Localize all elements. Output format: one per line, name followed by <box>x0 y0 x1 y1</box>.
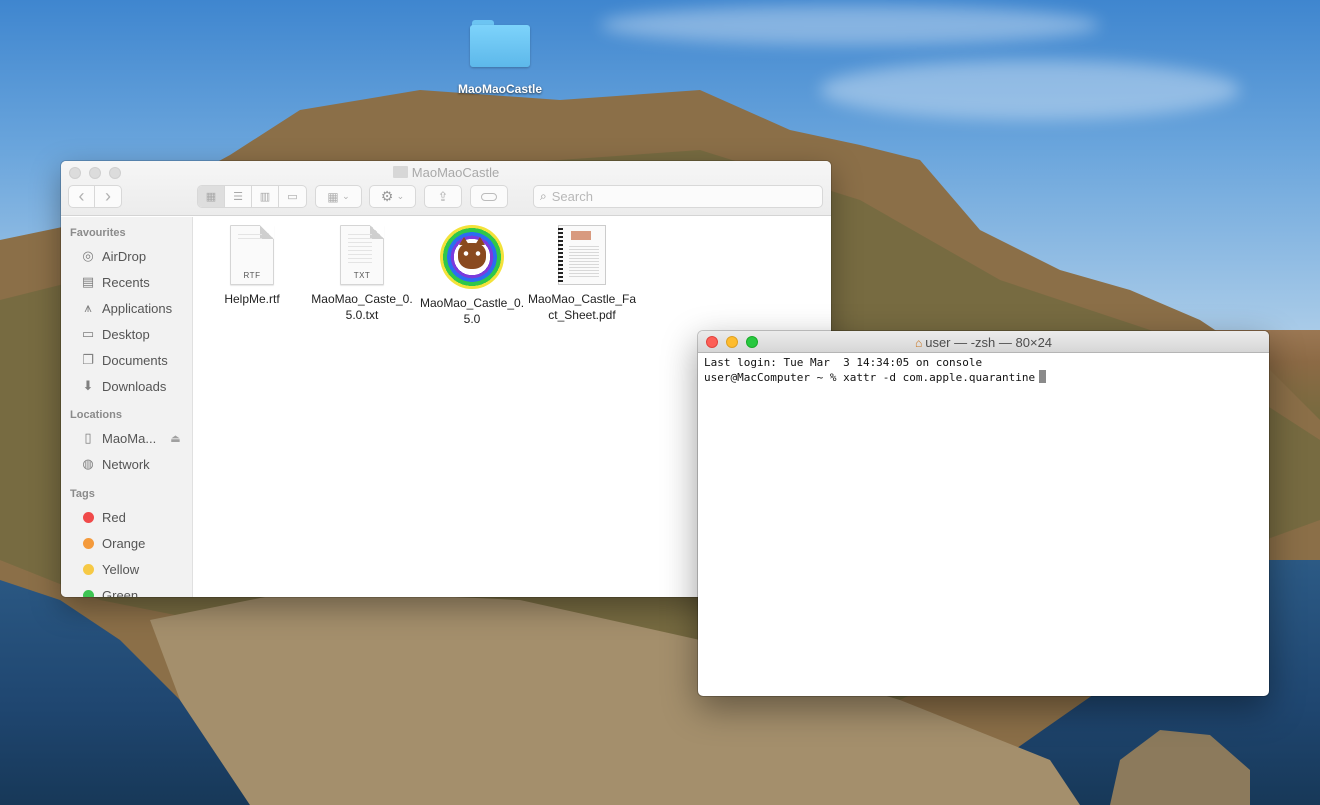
window-title: ⌂ user — -zsh — 80×24 <box>698 335 1269 350</box>
sidebar-tag-orange[interactable]: Orange <box>61 530 192 556</box>
tag-dot-green-icon <box>82 589 94 597</box>
terminal-line: Last login: Tue Mar 3 14:34:05 on consol… <box>704 356 983 369</box>
window-title: MaoMaoCastle <box>61 165 831 180</box>
terminal-command: user@MacComputer ~ % xattr -d com.apple.… <box>704 371 1036 384</box>
finder-titlebar[interactable]: MaoMaoCastle ‹ › ▦ ☰ ▥ ▭ ▦ ⌄ ⚙ ⌄ ⇪ ⌕ <box>61 161 831 216</box>
tag-dot-red-icon <box>82 511 94 523</box>
sidebar-item-label: Downloads <box>102 378 167 394</box>
file-ext-label: RTF <box>243 271 261 280</box>
nav-buttons: ‹ › <box>68 185 122 208</box>
file-ext-label: TXT <box>353 271 371 280</box>
sidebar-item-desktop[interactable]: ▭ Desktop <box>61 321 192 347</box>
share-button[interactable]: ⇪ <box>424 185 462 208</box>
view-mode-control: ▦ ☰ ▥ ▭ <box>197 185 307 208</box>
sidebar-tag-yellow[interactable]: Yellow <box>61 556 192 582</box>
tag-dot-yellow-icon <box>82 563 94 575</box>
forward-button[interactable]: › <box>95 186 121 207</box>
sidebar-item-label: Documents <box>102 352 168 368</box>
sidebar-item-label: Network <box>102 456 150 472</box>
terminal-output[interactable]: Last login: Tue Mar 3 14:34:05 on consol… <box>698 353 1269 388</box>
search-field[interactable]: ⌕ <box>533 185 823 208</box>
sidebar-item-network[interactable]: ◍ Network <box>61 451 192 477</box>
file-name: MaoMao_Castle_0.5.0 <box>419 296 525 326</box>
search-input[interactable] <box>551 189 802 204</box>
sidebar-item-label: Desktop <box>102 326 150 342</box>
rtf-document-icon: RTF <box>230 225 274 285</box>
tag-dot-orange-icon <box>82 537 94 549</box>
home-icon: ⌂ <box>914 336 923 350</box>
terminal-titlebar[interactable]: ⌂ user — -zsh — 80×24 <box>698 331 1269 353</box>
desktop-folder-label: MaoMaoCastle <box>457 82 543 96</box>
sidebar-section-locations: Locations <box>70 409 122 421</box>
airdrop-icon: ◎ <box>82 248 94 263</box>
terminal-window: ⌂ user — -zsh — 80×24 Last login: Tue Mar… <box>698 331 1269 696</box>
sidebar-item-label: AirDrop <box>102 248 147 264</box>
folder-icon <box>392 166 408 178</box>
window-title-text: user — -zsh — 80×24 <box>925 335 1053 350</box>
action-button[interactable]: ⚙ ⌄ <box>369 185 416 208</box>
file-item-app[interactable]: MaoMao_Castle_0.5.0 <box>417 225 527 327</box>
sidebar-item-label: Yellow <box>102 561 140 577</box>
downloads-icon: ⬇ <box>82 378 94 393</box>
desktop-folder-maomaocastle[interactable]: MaoMaoCastle <box>450 18 550 96</box>
gear-icon: ⚙ <box>380 188 394 204</box>
sidebar-tag-green[interactable]: Green <box>61 582 192 597</box>
sidebar-item-label: Applications <box>102 300 173 316</box>
sidebar-item-label: Green <box>102 587 139 598</box>
folder-icon <box>470 18 530 68</box>
tags-button[interactable] <box>470 185 508 208</box>
window-title-text: MaoMaoCastle <box>411 165 500 180</box>
txt-document-icon: TXT <box>340 225 384 285</box>
chevron-down-icon: ⌄ <box>342 191 350 201</box>
recents-icon: ▤ <box>81 274 95 289</box>
file-name: MaoMao_Caste_0.5.0.txt <box>311 292 413 322</box>
search-icon: ⌕ <box>540 189 547 203</box>
group-by-button[interactable]: ▦ ⌄ <box>315 185 362 208</box>
sidebar-item-applications[interactable]: ⩚ Applications <box>61 295 192 321</box>
file-name: MaoMao_Castle_Fact_Sheet.pdf <box>527 292 637 322</box>
column-view-button[interactable]: ▥ <box>252 186 279 207</box>
sidebar: Favourites ◎ AirDrop ▤ Recents ⩚ Applica… <box>61 217 193 597</box>
file-item-pdf[interactable]: MaoMao_Castle_Fact_Sheet.pdf <box>527 225 637 323</box>
sidebar-item-maomaocastle-volume[interactable]: ▯ MaoMa... ⏏ <box>61 425 192 451</box>
applications-icon: ⩚ <box>84 300 92 315</box>
group-icon: ▦ <box>327 189 339 204</box>
sidebar-item-recents[interactable]: ▤ Recents <box>61 269 192 295</box>
sidebar-section-tags: Tags <box>70 488 95 500</box>
disk-icon: ▯ <box>84 430 92 445</box>
chevron-down-icon: ⌄ <box>396 191 405 201</box>
sidebar-item-documents[interactable]: ❐ Documents <box>61 347 192 373</box>
file-item-txt[interactable]: TXT MaoMao_Caste_0.5.0.txt <box>307 225 417 323</box>
sidebar-item-label: Red <box>102 509 126 525</box>
desktop-icon: ▭ <box>81 326 95 341</box>
sidebar-item-label: Orange <box>102 535 146 551</box>
sidebar-item-downloads[interactable]: ⬇ Downloads <box>61 373 192 399</box>
file-item-helpme-rtf[interactable]: RTF HelpMe.rtf <box>197 225 307 307</box>
pdf-document-icon <box>558 225 606 285</box>
tag-icon <box>481 192 497 201</box>
share-icon: ⇪ <box>437 188 449 204</box>
network-icon: ◍ <box>82 456 94 471</box>
sidebar-item-label: Recents <box>102 274 150 290</box>
documents-icon: ❐ <box>82 352 94 367</box>
sidebar-item-airdrop[interactable]: ◎ AirDrop <box>61 243 192 269</box>
icon-view-button[interactable]: ▦ <box>198 186 225 207</box>
sidebar-item-label: MaoMa... <box>102 430 157 446</box>
list-view-button[interactable]: ☰ <box>225 186 252 207</box>
gallery-view-button[interactable]: ▭ <box>279 186 306 207</box>
eject-icon[interactable]: ⏏ <box>170 432 180 445</box>
sidebar-section-favourites: Favourites <box>70 227 126 239</box>
sidebar-tag-red[interactable]: Red <box>61 504 192 530</box>
terminal-prompt-line: user@MacComputer ~ % xattr -d com.apple.… <box>704 370 1263 385</box>
rainbow-cat-app-icon <box>440 225 504 289</box>
file-name: HelpMe.rtf <box>224 292 280 306</box>
text-cursor <box>1039 370 1047 383</box>
back-button[interactable]: ‹ <box>69 186 96 207</box>
